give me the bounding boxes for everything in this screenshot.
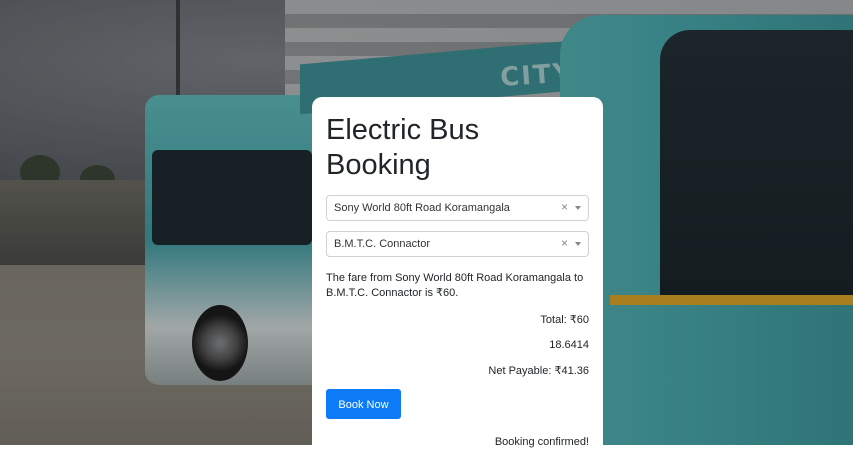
chevron-down-icon[interactable]: [575, 242, 581, 246]
clear-icon[interactable]: ×: [561, 232, 568, 255]
booking-status: Booking confirmed!: [494, 436, 589, 448]
from-stop-value: Sony World 80ft Road Koramangala: [334, 202, 510, 214]
chevron-down-icon[interactable]: [575, 206, 581, 210]
clear-icon[interactable]: ×: [561, 196, 568, 219]
booking-card: Electric Bus Booking Sony World 80ft Roa…: [312, 97, 603, 457]
to-stop-value: B.M.T.C. Connactor: [334, 238, 430, 250]
book-now-button[interactable]: Book Now: [326, 389, 401, 419]
page-title: Electric Bus Booking: [326, 114, 480, 181]
from-stop-select[interactable]: Sony World 80ft Road Koramangala ×: [326, 195, 589, 221]
to-stop-select[interactable]: B.M.T.C. Connactor ×: [326, 231, 589, 257]
net-payable: Net Payable: ₹41.36: [488, 365, 589, 377]
fare-message: The fare from Sony World 80ft Road Koram…: [326, 272, 584, 299]
total-amount: Total: ₹60: [540, 314, 589, 326]
discount-value: 18.6414: [549, 339, 589, 351]
